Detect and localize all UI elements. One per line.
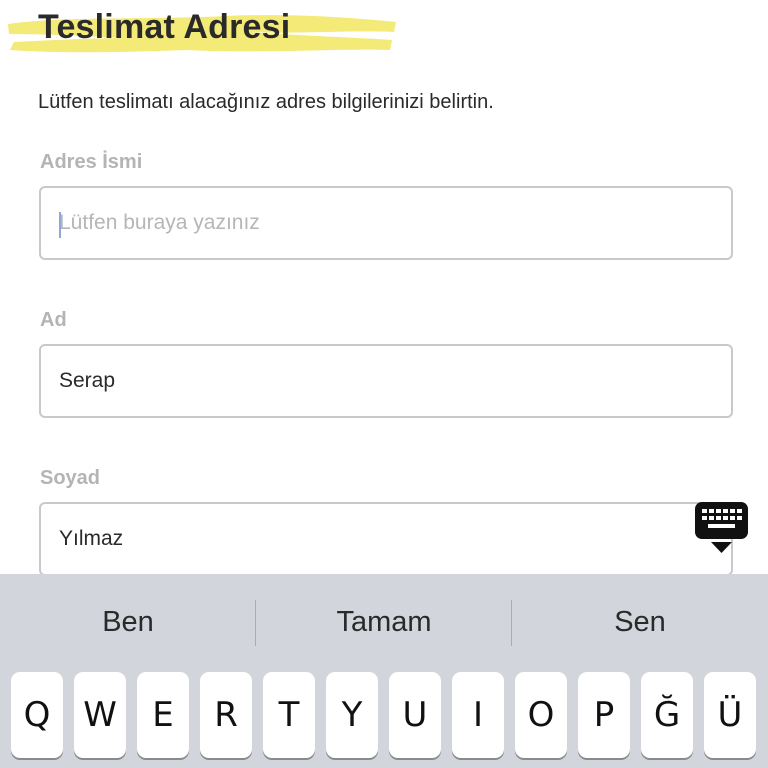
text-cursor <box>59 212 61 238</box>
last-name-field[interactable] <box>39 502 733 576</box>
suggestion-3[interactable]: Sen <box>512 574 768 670</box>
key-r[interactable]: R <box>200 672 252 758</box>
last-name-input[interactable] <box>41 504 731 574</box>
key-p[interactable]: P <box>578 672 630 758</box>
key-e[interactable]: E <box>137 672 189 758</box>
suggestion-bar: Ben Tamam Sen <box>0 574 768 670</box>
onscreen-keyboard: Ben Tamam Sen Q W E R T Y U I O P Ğ Ü <box>0 574 768 768</box>
key-o[interactable]: O <box>515 672 567 758</box>
suggestion-1[interactable]: Ben <box>0 574 256 670</box>
address-name-field[interactable] <box>39 186 733 260</box>
keyboard-dismiss-icon[interactable] <box>694 501 749 555</box>
key-w[interactable]: W <box>74 672 126 758</box>
page-header: Teslimat Adresi <box>0 0 420 62</box>
key-u-umlaut[interactable]: Ü <box>704 672 756 758</box>
suggestion-2[interactable]: Tamam <box>256 574 512 670</box>
address-name-label: Adres İsmi <box>40 151 143 173</box>
key-y[interactable]: Y <box>326 672 378 758</box>
key-u[interactable]: U <box>389 672 441 758</box>
last-name-label: Soyad <box>40 467 101 489</box>
key-q[interactable]: Q <box>11 672 63 758</box>
first-name-label: Ad <box>40 309 67 331</box>
page-title: Teslimat Adresi <box>38 8 291 46</box>
intro-text: Lütfen teslimatı alacağınız adres bilgil… <box>38 91 494 113</box>
address-name-input[interactable] <box>41 188 731 258</box>
key-t[interactable]: T <box>263 672 315 758</box>
first-name-input[interactable] <box>41 346 731 416</box>
key-i[interactable]: I <box>452 672 504 758</box>
first-name-field[interactable] <box>39 344 733 418</box>
key-g-breve[interactable]: Ğ <box>641 672 693 758</box>
